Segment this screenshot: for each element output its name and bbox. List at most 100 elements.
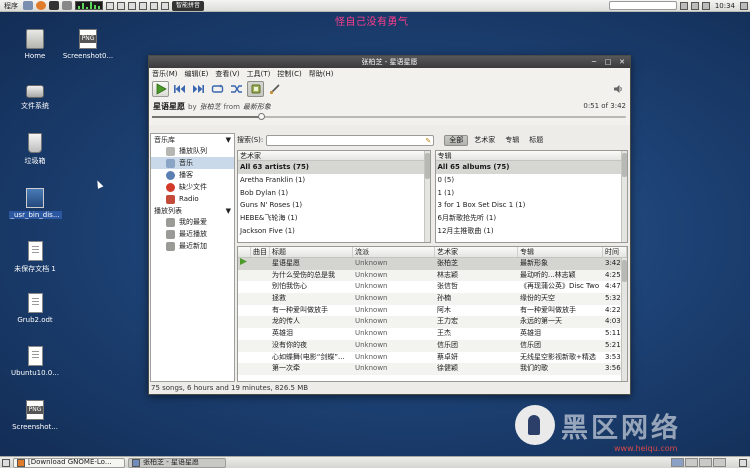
artist-row[interactable]: HEBE&飞轮海 (1) <box>238 212 430 225</box>
desktop-icon-screenshot-1[interactable]: Screenshot0... <box>62 29 114 60</box>
column-album[interactable]: 专辑 <box>518 247 603 257</box>
play-button[interactable] <box>152 81 169 97</box>
firefox-icon[interactable] <box>36 1 46 10</box>
places-icon[interactable] <box>23 1 33 10</box>
album-scrollbar[interactable] <box>621 151 627 242</box>
camera-icon[interactable] <box>62 1 72 10</box>
track-row[interactable]: 为什么受伤的总是我 Unknown 林志颖 最动听的...林志颖 4:25 <box>238 269 627 282</box>
track-row[interactable]: 第一次牵 Unknown 徐健颖 我们的歌 3:56 <box>238 363 627 375</box>
track-row[interactable]: 龙的传人 Unknown 王力宏 永远的第一天 4:03 <box>238 316 627 329</box>
artist-row[interactable]: All 63 artists (75) <box>238 161 430 174</box>
album-row[interactable]: 3 for 1 Box Set Disc 1 (1) <box>436 199 628 212</box>
trash-applet-icon[interactable] <box>739 458 747 467</box>
sidebar-item-podcasts[interactable]: 播客 <box>151 169 234 181</box>
power-icon[interactable] <box>740 1 748 10</box>
desktop-icon-unsaved-doc[interactable]: 未保存文档 1 <box>9 241 61 274</box>
column-title[interactable]: 标题 <box>270 247 353 257</box>
desktop-icon-grub2[interactable]: Grub2.odt <box>9 293 61 324</box>
sidebar-item-recent-added[interactable]: 最近新加 <box>151 240 234 252</box>
repeat-button[interactable] <box>209 81 226 97</box>
minimize-button[interactable]: ─ <box>590 58 598 66</box>
desktop-icon-usr-bin[interactable]: _usr_bin_dis... <box>8 188 62 219</box>
workspace-2[interactable] <box>685 458 698 467</box>
workspace-switcher[interactable] <box>671 458 726 467</box>
album-row[interactable]: 12月主推歌曲 (1) <box>436 225 628 238</box>
album-browser-header[interactable]: 专辑 <box>435 151 627 161</box>
filter-tab-album[interactable]: 专辑 <box>501 135 523 146</box>
clock[interactable]: 10:34 <box>713 2 737 10</box>
artist-row[interactable]: Jackson Five (1) <box>238 225 430 238</box>
artist-scrollbar[interactable] <box>423 151 430 242</box>
column-genre[interactable]: 流派 <box>353 247 435 257</box>
track-row[interactable]: 拯救 Unknown 孙楠 缘份的天空 5:32 <box>238 293 627 305</box>
album-row[interactable]: 1 (1) <box>436 187 628 200</box>
playlists-header[interactable]: 播放列表 ▼ <box>151 205 234 216</box>
track-row[interactable]: 英雄泪 Unknown 王杰 英雄泪 5:11 <box>238 328 627 340</box>
tray-icon-2[interactable] <box>117 1 125 10</box>
sidebar-item-recent-played[interactable]: 最近播放 <box>151 228 234 240</box>
seek-bar[interactable] <box>152 113 626 120</box>
clear-search-icon[interactable]: ✎ <box>425 137 431 145</box>
volume-button[interactable] <box>613 84 623 96</box>
track-row[interactable]: 别怕我伤心 Unknown 张信哲 《再现蒲公英》Disc Two 4:47 <box>238 281 627 293</box>
menu-help[interactable]: 帮助(H) <box>309 69 334 79</box>
tray-icon-4[interactable] <box>139 1 147 10</box>
album-row[interactable]: 0 (5) <box>436 174 628 187</box>
taskbar-item-download[interactable]: [Download GNOME-Lo... <box>13 457 125 468</box>
column-time[interactable]: 时间 <box>603 247 627 257</box>
artist-row[interactable]: Aretha Franklin (1) <box>238 174 430 187</box>
window-titlebar[interactable]: 张柏芝 - 星语星愿 ─ □ ✕ <box>149 56 630 68</box>
filter-tab-all[interactable]: 全部 <box>444 134 469 146</box>
sidebar-item-favorites[interactable]: 我的最爱 <box>151 216 234 228</box>
network-icon[interactable] <box>679 1 688 10</box>
sidebar-item-music[interactable]: 音乐 <box>151 157 234 169</box>
track-row[interactable]: 星语星愿 Unknown 张柏芝 最新形象 3:42 <box>238 258 627 270</box>
desktop-icon-home[interactable]: Home <box>9 29 61 60</box>
desktop-icon-screenshot-2[interactable]: Screenshot... <box>9 400 61 431</box>
menu-view[interactable]: 查看(V) <box>215 69 239 79</box>
track-row[interactable]: 没有你的夜 Unknown 信乐团 信乐团 5:21 <box>238 339 627 352</box>
sidebar-item-missing-files[interactable]: 缺少文件 <box>151 181 234 193</box>
applications-menu[interactable]: 程序 <box>2 1 20 11</box>
sidebar-item-queue[interactable]: 播放队列 <box>151 145 234 157</box>
track-scrollbar[interactable] <box>621 258 627 381</box>
menu-tools[interactable]: 工具(T) <box>247 69 271 79</box>
system-monitor-graph[interactable] <box>75 1 103 10</box>
shuffle-button[interactable] <box>228 81 245 97</box>
column-track-number[interactable]: 曲目 <box>251 247 270 257</box>
artist-browser-header[interactable]: 艺术家 <box>238 151 430 161</box>
filter-tab-title[interactable]: 标题 <box>525 135 547 146</box>
search-input[interactable]: ✎ <box>266 134 435 146</box>
browse-toggle-button[interactable] <box>247 81 264 97</box>
menu-control[interactable]: 控制(C) <box>277 69 301 79</box>
menu-edit[interactable]: 编辑(E) <box>185 69 209 79</box>
workspace-1[interactable] <box>671 458 684 467</box>
filter-tab-artist[interactable]: 艺术家 <box>470 135 499 146</box>
mail-icon[interactable] <box>701 1 710 10</box>
tray-icon-6[interactable] <box>161 1 169 10</box>
album-row[interactable]: 6月新歌抢先听 (1) <box>436 212 628 225</box>
previous-button[interactable] <box>171 81 188 97</box>
show-desktop-icon[interactable] <box>2 458 10 467</box>
tray-icon-5[interactable] <box>150 1 158 10</box>
track-row[interactable]: 有一种爱叫做放手 Unknown 阿木 有一种爱叫做放手 4:22 <box>238 305 627 317</box>
panel-search-field[interactable] <box>608 1 677 10</box>
desktop-icon-filesystem[interactable]: 文件系统 <box>9 80 61 111</box>
tray-icon-3[interactable] <box>128 1 136 10</box>
tray-icon-1[interactable] <box>106 1 114 10</box>
close-button[interactable]: ✕ <box>618 58 626 66</box>
workspace-4[interactable] <box>713 458 726 467</box>
column-artist[interactable]: 艺术家 <box>435 247 518 257</box>
next-button[interactable] <box>190 81 207 97</box>
seek-handle[interactable] <box>258 113 266 120</box>
library-header[interactable]: 音乐库 ▼ <box>151 134 234 145</box>
artist-row[interactable]: Bob Dylan (1) <box>238 187 430 200</box>
input-method-indicator[interactable]: 智能拼音 <box>172 0 205 11</box>
taskbar-item-music-player[interactable]: 张柏芝 - 星语星愿 <box>128 457 226 468</box>
desktop-icon-trash[interactable]: 垃圾箱 <box>9 133 61 166</box>
album-row[interactable]: All 65 albums (75) <box>435 161 627 174</box>
terminal-icon[interactable] <box>49 1 59 10</box>
volume-icon[interactable] <box>690 1 699 10</box>
artist-row[interactable]: Guns N' Roses (1) <box>238 199 430 212</box>
maximize-button[interactable]: □ <box>604 58 612 66</box>
